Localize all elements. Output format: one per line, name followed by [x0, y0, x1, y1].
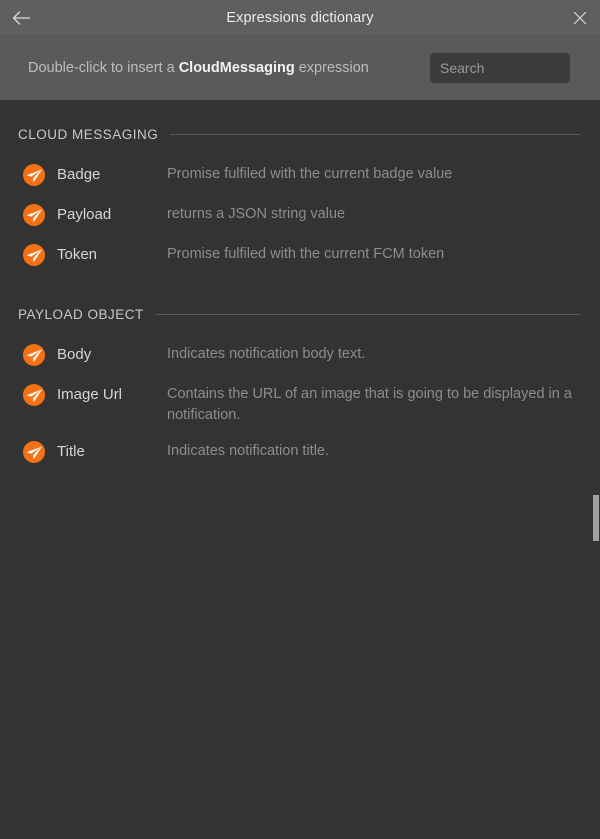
close-button[interactable] [562, 0, 598, 35]
scrollbar-thumb[interactable] [593, 495, 599, 541]
expression-name: Body [57, 346, 92, 363]
expression-send-icon [22, 383, 46, 407]
section-cloud-messaging: CLOUD MESSAGING Badge Promise fulfiled w… [0, 124, 600, 276]
section-header: PAYLOAD OBJECT [0, 304, 600, 324]
expression-description: Promise fulfiled with the current FCM to… [167, 246, 445, 262]
arrow-left-icon [12, 10, 30, 25]
list-item[interactable]: Badge Promise fulfiled with the current … [0, 156, 600, 196]
expression-name: Image Url [57, 386, 123, 403]
expression-name: Token [57, 246, 98, 263]
subheader: Double-click to insert a CloudMessaging … [0, 36, 600, 100]
hint-suffix: expression [294, 60, 369, 76]
expression-send-icon [22, 440, 46, 464]
section-title: CLOUD MESSAGING [18, 126, 159, 142]
section-payload-object: PAYLOAD OBJECT Body Indicates notificati… [0, 304, 600, 473]
expression-description: Contains the URL of an image that is goi… [167, 386, 572, 423]
expression-description: Indicates notification body text. [167, 346, 366, 362]
expressions-list: CLOUD MESSAGING Badge Promise fulfiled w… [0, 100, 600, 839]
window-title: Expressions dictionary [226, 9, 374, 26]
expression-send-icon [22, 203, 46, 227]
insert-hint: Double-click to insert a CloudMessaging … [28, 60, 369, 76]
hint-provider-name: CloudMessaging [178, 60, 295, 76]
back-button[interactable] [4, 0, 40, 35]
list-item[interactable]: Payload returns a JSON string value [0, 196, 600, 236]
list-item[interactable]: Body Indicates notification body text. [0, 336, 600, 376]
hint-prefix: Double-click to insert a [28, 60, 179, 76]
close-icon [573, 11, 587, 24]
search-input[interactable] [430, 53, 570, 83]
expression-description: Indicates notification title. [167, 443, 330, 459]
expression-name: Payload [57, 206, 112, 223]
list-item[interactable]: Title Indicates notification title. [0, 433, 600, 473]
section-title: PAYLOAD OBJECT [18, 306, 144, 322]
expression-description: Promise fulfiled with the current badge … [167, 166, 453, 182]
list-item[interactable]: Image Url Contains the URL of an image t… [0, 376, 600, 433]
titlebar: Expressions dictionary [0, 0, 600, 36]
expression-name: Title [57, 443, 85, 460]
list-item[interactable]: Token Promise fulfiled with the current … [0, 236, 600, 276]
scrollbar-track[interactable] [592, 100, 600, 839]
expression-send-icon [22, 163, 46, 187]
expression-send-icon [22, 243, 46, 267]
section-divider [170, 133, 580, 135]
section-header: CLOUD MESSAGING [0, 124, 600, 144]
section-divider [155, 313, 580, 315]
expression-description: returns a JSON string value [167, 206, 346, 222]
expression-name: Badge [57, 166, 101, 183]
expressions-dictionary-window: Expressions dictionary Double-click to i… [0, 0, 600, 839]
expression-send-icon [22, 343, 46, 367]
